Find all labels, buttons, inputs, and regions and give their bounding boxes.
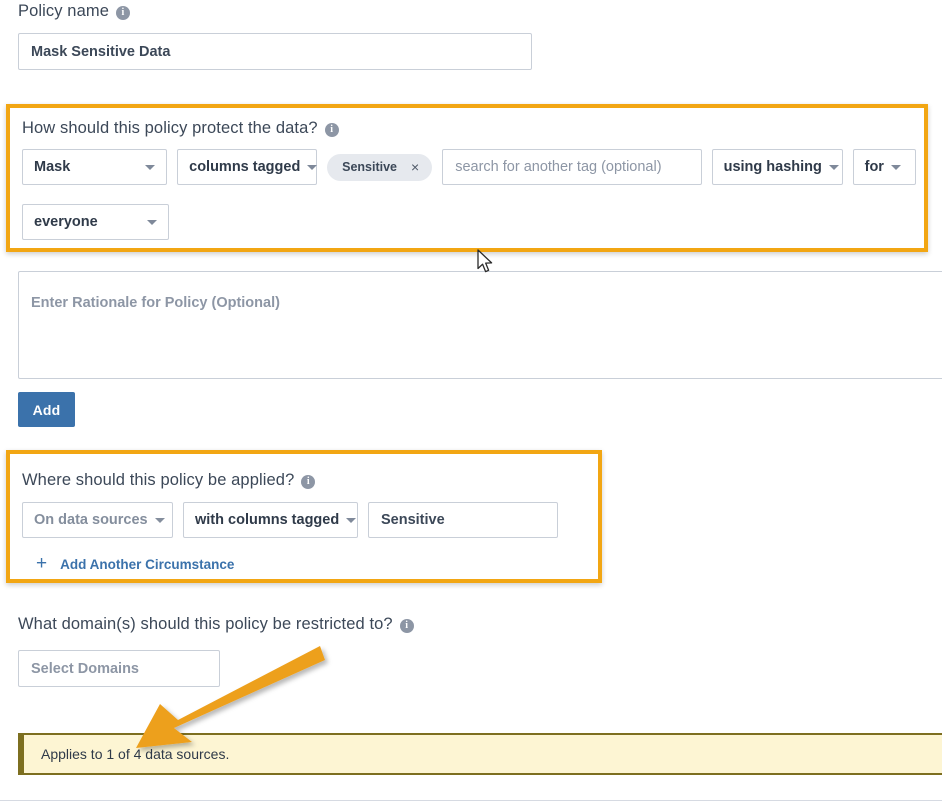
chevron-down-icon [145,164,156,170]
protect-data-highlight-box: How should this policy protect the data?… [6,104,928,252]
domain-section-label-text: What domain(s) should this policy be res… [18,615,393,633]
scope-dropdown-value: On data sources [34,512,148,528]
plus-icon: + [36,553,48,574]
applied-section-label: Where should this policy be applied? i [22,471,316,490]
method-dropdown[interactable]: using hashing [711,149,843,185]
policy-name-value: Mask Sensitive Data [31,43,171,60]
policy-name-label-text: Policy name [18,2,109,20]
chevron-down-icon [154,517,165,523]
info-icon[interactable]: i [399,618,414,633]
target-dropdown[interactable]: columns tagged [177,149,318,185]
chevron-down-icon [147,219,157,225]
applies-to-banner-message: Applies to 1 of 4 data sources. [41,746,230,762]
tag-search-placeholder: search for another tag (optional) [455,159,662,175]
info-icon[interactable]: i [115,5,130,20]
chevron-down-icon [307,164,318,170]
condition-dropdown[interactable]: with columns tagged [183,502,358,538]
add-another-circumstance-label: Add Another Circumstance [60,557,235,572]
protect-section-label: How should this policy protect the data?… [22,119,339,138]
rationale-placeholder: Enter Rationale for Policy (Optional) [31,295,280,311]
method-dropdown-value: using hashing [723,159,822,175]
protect-controls-row-1: Mask columns tagged Sensitive × search f… [22,149,916,185]
condition-value: Sensitive [381,512,445,528]
protect-controls-row-2: everyone [22,204,169,240]
select-domains-input[interactable]: Select Domains [18,650,220,687]
select-domains-placeholder: Select Domains [31,660,139,677]
rationale-textarea[interactable]: Enter Rationale for Policy (Optional) [18,271,942,379]
domain-section-label: What domain(s) should this policy be res… [18,615,414,634]
applies-to-banner: Applies to 1 of 4 data sources. [18,733,942,775]
bottom-divider [0,800,942,801]
tag-chip-label: Sensitive [342,160,398,174]
policy-name-input[interactable]: Mask Sensitive Data [18,33,532,70]
chevron-down-icon [346,517,357,523]
condition-value-input[interactable]: Sensitive [368,502,558,538]
close-icon[interactable]: × [411,160,419,174]
chevron-down-icon [890,164,901,170]
policy-name-label: Policy name i [18,2,130,21]
chevron-down-icon [828,164,839,170]
info-icon[interactable]: i [324,122,339,137]
applied-section-label-text: Where should this policy be applied? [22,471,295,489]
add-another-circumstance-button[interactable]: + Add Another Circumstance [36,553,235,574]
condition-dropdown-value: with columns tagged [195,512,340,528]
tag-search-input[interactable]: search for another tag (optional) [442,149,702,185]
action-dropdown-value: Mask [34,159,71,175]
scope-dropdown[interactable]: On data sources [22,502,173,538]
audience-dropdown-value: everyone [34,214,98,230]
add-button[interactable]: Add [18,392,75,427]
tag-chip-sensitive[interactable]: Sensitive × [327,153,433,181]
protect-section-label-text: How should this policy protect the data? [22,119,318,137]
target-dropdown-value: columns tagged [189,159,301,175]
info-icon[interactable]: i [301,474,316,489]
for-dropdown[interactable]: for [852,149,916,185]
audience-dropdown[interactable]: everyone [22,204,169,240]
applied-section-highlight-box: Where should this policy be applied? i O… [6,450,602,583]
applied-controls-row: On data sources with columns tagged Sens… [22,502,558,538]
for-dropdown-value: for [864,159,884,175]
action-dropdown[interactable]: Mask [22,149,168,185]
